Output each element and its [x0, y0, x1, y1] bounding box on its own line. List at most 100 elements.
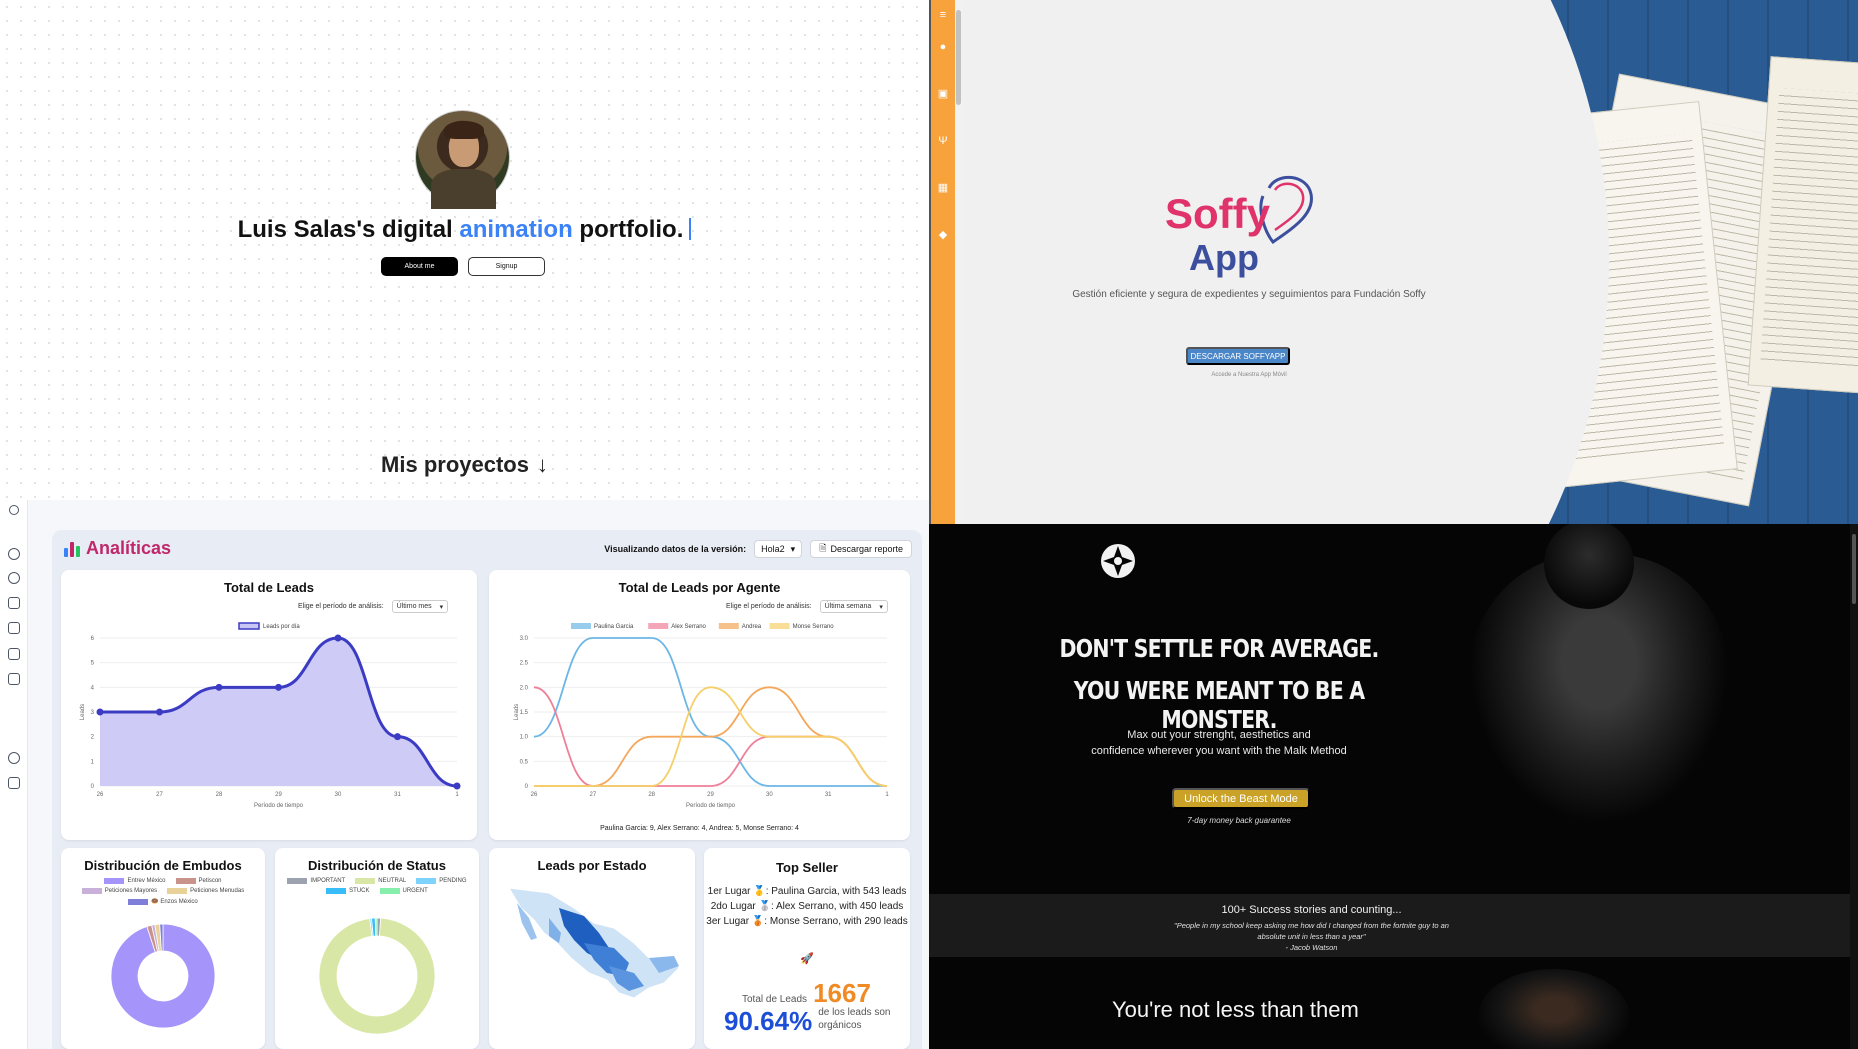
- shuriken-logo-icon[interactable]: [1097, 540, 1139, 582]
- scrollbar-thumb[interactable]: [1852, 534, 1856, 604]
- status-donut: [318, 917, 436, 1035]
- total-leads-value: 1667: [813, 978, 871, 1008]
- guarantee-text: 7-day money back guarantee: [1187, 816, 1291, 825]
- dashboard-sidebar: [0, 500, 28, 1049]
- dashboard-main: Analíticas Visualizando datos de la vers…: [52, 530, 922, 1049]
- leads-by-agent-chart: Paulina Garcia Alex Serrano Andrea Monse Se…: [514, 623, 889, 809]
- legend-label: Alex Serrano: [671, 624, 706, 630]
- download-report-label: Descargar reporte: [830, 544, 903, 554]
- collapse-icon[interactable]: [9, 505, 19, 515]
- organic-pct-value: 90.64%: [724, 1006, 813, 1036]
- leads-by-state-card: Leads por Estado: [489, 848, 695, 1049]
- y-tick-label: 2.5: [520, 661, 529, 667]
- y-tick-label: 0: [525, 784, 529, 790]
- top-seller-card: Top Seller 1er Lugar 🥇: Paulina Garcia, …: [704, 848, 910, 1049]
- headline-line-1: DON'T SETTLE FOR AVERAGE.: [1059, 634, 1380, 663]
- menu-icon[interactable]: ≡: [937, 9, 949, 21]
- rocket-icon: 🚀: [800, 953, 814, 965]
- legend-swatch: [769, 623, 790, 629]
- settings-icon[interactable]: [8, 752, 20, 764]
- profile-avatar: [415, 110, 510, 209]
- y-axis-label: Leads: [514, 704, 520, 720]
- funnel-donut: [110, 923, 216, 1029]
- avatar-hair: [444, 121, 484, 139]
- x-tick-label: 28: [648, 792, 655, 798]
- dashboard-header: Analíticas: [64, 538, 171, 559]
- hero-title-accent: animation: [459, 216, 573, 243]
- data-point: [96, 708, 104, 716]
- y-tick-label: 4: [91, 685, 95, 691]
- x-axis-label: Período de tiempo: [686, 803, 736, 809]
- signup-button[interactable]: Signup: [468, 257, 545, 276]
- download-report-button[interactable]: 🗎 Descargar reporte: [810, 540, 912, 558]
- x-tick-label: 1: [885, 792, 889, 798]
- document-icon[interactable]: [8, 622, 20, 634]
- hero-title-part1: Luis Salas's digital: [237, 216, 460, 243]
- unlock-beast-mode-button[interactable]: Unlock the Beast Mode: [1172, 788, 1310, 809]
- hero-title: Luis Salas's digital animation portfolio…: [0, 216, 929, 244]
- x-tick-label: 26: [531, 792, 538, 798]
- quote-author: - Jacob Watson: [1285, 943, 1338, 952]
- leads-by-agent-card: Total de Leads por Agente Elige el perío…: [489, 570, 910, 840]
- x-tick-label: 1: [455, 792, 459, 798]
- data-point: [156, 708, 163, 716]
- table-icon[interactable]: [8, 648, 20, 660]
- soffy-sidebar: ≡ ● ▣ Ψ ▦ ◆: [929, 0, 955, 524]
- y-tick-label: 6: [91, 636, 95, 642]
- data-point: [334, 634, 342, 642]
- dashboard-title: Analíticas: [86, 538, 172, 558]
- fitness-landing-page: DON'T SETTLE FOR AVERAGE. YOU WERE MEANT…: [929, 524, 1858, 1049]
- y-tick-label: 3: [91, 710, 95, 716]
- legend-swatch: [718, 623, 739, 629]
- data-point: [215, 683, 223, 691]
- not-less-heading: You're not less than them: [1112, 997, 1359, 1022]
- total-leads-card: Total de Leads Elige el período de análi…: [61, 570, 477, 840]
- projects-heading-text: Mis proyectos: [381, 452, 529, 477]
- x-tick-label: 31: [394, 792, 401, 798]
- logout-icon[interactable]: [8, 777, 20, 789]
- x-tick-label: 27: [589, 792, 596, 798]
- top-seller-second: 2do Lugar 🥈: Alex Serrano, with 450 lead…: [710, 901, 904, 912]
- organic-pct-label: de los leads son orgánicos: [818, 1007, 891, 1031]
- legend-label: Monse Serrano: [793, 624, 835, 630]
- about-me-button[interactable]: About me: [381, 257, 458, 276]
- success-stories-text: 100+ Success stories and counting...: [1221, 904, 1402, 916]
- organic-stat: 90.64% de los leads son orgánicos: [724, 1006, 898, 1037]
- y-tick-label: 3.0: [520, 636, 529, 642]
- graduation-icon[interactable]: ◆: [937, 229, 949, 241]
- search-icon[interactable]: [8, 548, 20, 560]
- logo-app-text: App: [1189, 237, 1259, 278]
- version-label: Visualizando datos de la versión:: [604, 544, 747, 554]
- users-icon[interactable]: [8, 673, 20, 685]
- x-tick-label: 30: [766, 792, 773, 798]
- hero-title-part2: portfolio.: [572, 216, 684, 243]
- legend-swatch: [648, 623, 669, 629]
- chevron-down-icon: ▾: [790, 543, 796, 554]
- data-point: [275, 683, 282, 691]
- avatar-body: [431, 169, 496, 209]
- version-value: Hola2: [761, 544, 785, 554]
- building-icon[interactable]: ▦: [937, 182, 949, 194]
- quote-line-2: absolute unit in less than a year": [1257, 932, 1366, 941]
- download-soffyapp-button[interactable]: DESCARGAR SOFFYAPP: [1186, 347, 1290, 365]
- top-seller-third: 3er Lugar 🥉: Monse Serrano, with 290 lea…: [706, 916, 908, 927]
- document-icon: 🗎: [819, 543, 827, 553]
- x-axis-label: Período de tiempo: [254, 803, 304, 809]
- scrollbar-thumb[interactable]: [956, 10, 961, 105]
- total-leads-chart: Leads por día 0 1 2 3 4 5 6 26 27 28 29 30 31 1 Período…: [80, 622, 461, 809]
- funnel-distribution-card: Distribución de Embudos Entrev México Pet…: [61, 848, 265, 1049]
- testimonial-quote: "People in my school keep asking me how …: [929, 920, 1772, 953]
- scrollbar[interactable]: [1850, 524, 1858, 1049]
- chat-icon[interactable]: [8, 597, 20, 609]
- user-icon[interactable]: ●: [937, 41, 949, 53]
- version-select[interactable]: Hola2 ▾: [754, 540, 803, 558]
- briefcase-icon[interactable]: ▣: [937, 88, 949, 100]
- typing-caret: [689, 218, 692, 240]
- scrollbar[interactable]: [955, 0, 963, 524]
- top-seller-first: 1er Lugar 🥇: Paulina Garcia, with 543 le…: [707, 886, 907, 897]
- soffy-tagline: Gestión eficiente y segura de expediente…: [1072, 289, 1426, 300]
- projects-heading: Mis proyectos ↓: [0, 452, 929, 478]
- clock-icon[interactable]: [8, 572, 20, 584]
- x-tick-label: 28: [216, 792, 223, 798]
- trident-icon[interactable]: Ψ: [937, 135, 949, 147]
